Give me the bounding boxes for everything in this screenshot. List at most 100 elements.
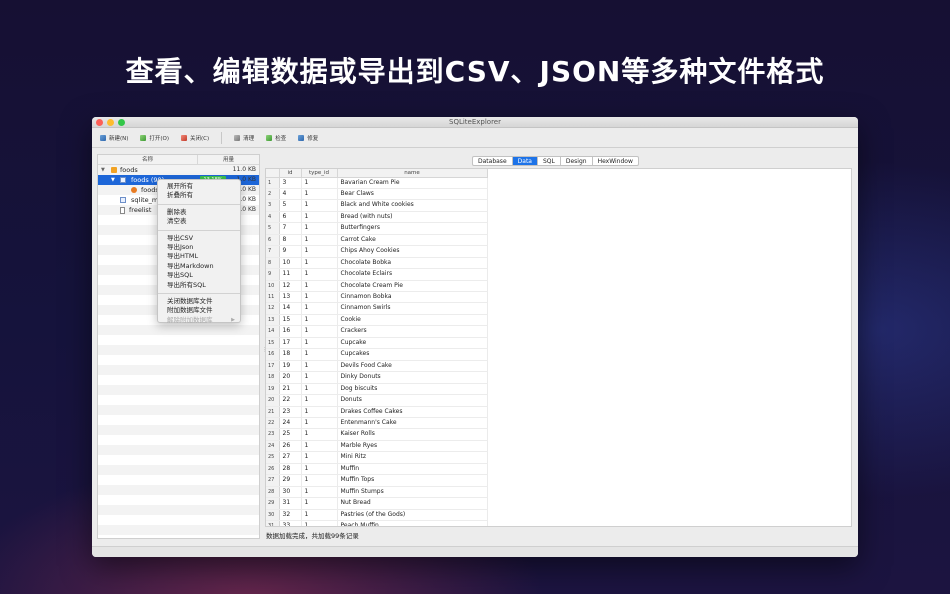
type-id-cell[interactable]: 1 bbox=[301, 188, 338, 201]
table-row[interactable]: 16 18 1 Cupcakes bbox=[266, 348, 488, 361]
type-id-cell[interactable]: 1 bbox=[301, 463, 338, 476]
id-cell[interactable]: 26 bbox=[279, 440, 302, 453]
id-cell[interactable]: 23 bbox=[279, 406, 302, 419]
type-id-cell[interactable]: 1 bbox=[301, 348, 338, 361]
table-row[interactable]: 5 7 1 Butterfingers bbox=[266, 222, 488, 235]
id-cell[interactable]: 17 bbox=[279, 337, 302, 350]
open-button[interactable]: 打开(O) bbox=[140, 134, 169, 142]
type-id-cell[interactable]: 1 bbox=[301, 371, 338, 384]
clean-button[interactable]: 清理 bbox=[234, 134, 254, 142]
id-cell[interactable]: 14 bbox=[279, 302, 302, 315]
menu-item-export-sql[interactable]: 导出SQL bbox=[158, 271, 240, 280]
table-row[interactable]: 27 29 1 Muffin Tops bbox=[266, 474, 488, 487]
type-id-cell[interactable]: 1 bbox=[301, 497, 338, 510]
name-cell[interactable]: Mini Ritz bbox=[337, 451, 488, 464]
type-id-cell[interactable]: 1 bbox=[301, 245, 338, 258]
menu-item-export-all-sql[interactable]: 导出所有SQL bbox=[158, 281, 240, 290]
type-id-cell[interactable]: 1 bbox=[301, 406, 338, 419]
name-cell[interactable]: Cupcake bbox=[337, 337, 488, 350]
id-cell[interactable]: 4 bbox=[279, 188, 302, 201]
type-id-cell[interactable]: 1 bbox=[301, 291, 338, 304]
name-cell[interactable]: Entenmann's Cake bbox=[337, 417, 488, 430]
table-row[interactable]: 18 20 1 Dinky Donuts bbox=[266, 371, 488, 384]
table-row[interactable]: 9 11 1 Chocolate Eclairs bbox=[266, 268, 488, 281]
column-header-name[interactable]: name bbox=[337, 169, 488, 178]
id-cell[interactable]: 5 bbox=[279, 199, 302, 212]
id-cell[interactable]: 8 bbox=[279, 234, 302, 247]
table-row[interactable]: 11 13 1 Cinnamon Bobka bbox=[266, 291, 488, 304]
expand-triangle-icon[interactable]: ▼ bbox=[111, 175, 115, 185]
id-cell[interactable]: 28 bbox=[279, 463, 302, 476]
id-cell[interactable]: 18 bbox=[279, 348, 302, 361]
type-id-cell[interactable]: 1 bbox=[301, 428, 338, 441]
table-row[interactable]: 17 19 1 Devils Food Cake bbox=[266, 360, 488, 373]
table-row[interactable]: 23 25 1 Kaiser Rolls bbox=[266, 428, 488, 441]
name-cell[interactable]: Chocolate Cream Pie bbox=[337, 280, 488, 293]
type-id-cell[interactable]: 1 bbox=[301, 314, 338, 327]
name-cell[interactable]: Chips Ahoy Cookies bbox=[337, 245, 488, 258]
id-cell[interactable]: 10 bbox=[279, 257, 302, 270]
id-cell[interactable]: 32 bbox=[279, 509, 302, 522]
id-cell[interactable]: 24 bbox=[279, 417, 302, 430]
name-cell[interactable]: Bread (with nuts) bbox=[337, 211, 488, 224]
tab-database[interactable]: Database bbox=[473, 157, 513, 165]
name-cell[interactable]: Chocolate Eclairs bbox=[337, 268, 488, 281]
id-cell[interactable]: 15 bbox=[279, 314, 302, 327]
type-id-cell[interactable]: 1 bbox=[301, 486, 338, 499]
column-header-id[interactable]: id bbox=[279, 169, 302, 178]
name-cell[interactable]: Pastries (of the Gods) bbox=[337, 509, 488, 522]
name-cell[interactable]: Devils Food Cake bbox=[337, 360, 488, 373]
tab-data[interactable]: Data bbox=[512, 157, 538, 165]
menu-item-export-html[interactable]: 导出HTML bbox=[158, 252, 240, 261]
table-row[interactable]: 31 33 1 Peach Muffin bbox=[266, 520, 488, 526]
name-cell[interactable]: Kaiser Rolls bbox=[337, 428, 488, 441]
name-cell[interactable]: Crackers bbox=[337, 325, 488, 338]
name-cell[interactable]: Butterfingers bbox=[337, 222, 488, 235]
type-id-cell[interactable]: 1 bbox=[301, 417, 338, 430]
type-id-cell[interactable]: 1 bbox=[301, 383, 338, 396]
table-row[interactable]: 19 21 1 Dog biscuits bbox=[266, 383, 488, 396]
type-id-cell[interactable]: 1 bbox=[301, 211, 338, 224]
id-cell[interactable]: 16 bbox=[279, 325, 302, 338]
table-row[interactable]: 7 9 1 Chips Ahoy Cookies bbox=[266, 245, 488, 258]
menu-item-delete-table[interactable]: 删除表 bbox=[158, 208, 240, 217]
name-cell[interactable]: Dog biscuits bbox=[337, 383, 488, 396]
name-cell[interactable]: Bear Claws bbox=[337, 188, 488, 201]
id-cell[interactable]: 31 bbox=[279, 497, 302, 510]
table-row[interactable]: 22 24 1 Entenmann's Cake bbox=[266, 417, 488, 430]
name-cell[interactable]: Cupcakes bbox=[337, 348, 488, 361]
type-id-cell[interactable]: 1 bbox=[301, 451, 338, 464]
menu-item-attach-db[interactable]: 附加数据库文件 bbox=[158, 306, 240, 315]
name-cell[interactable]: Drakes Coffee Cakes bbox=[337, 406, 488, 419]
table-row[interactable]: 10 12 1 Chocolate Cream Pie bbox=[266, 280, 488, 293]
type-id-cell[interactable]: 1 bbox=[301, 394, 338, 407]
table-row[interactable]: 8 10 1 Chocolate Bobka bbox=[266, 257, 488, 270]
menu-item-export-markdown[interactable]: 导出Markdown bbox=[158, 262, 240, 271]
id-cell[interactable]: 22 bbox=[279, 394, 302, 407]
data-grid[interactable]: id type_id name 1 3 1 Bavarian Cream Pie 2 4 1… bbox=[265, 168, 852, 527]
name-cell[interactable]: Donuts bbox=[337, 394, 488, 407]
id-cell[interactable]: 30 bbox=[279, 486, 302, 499]
type-id-cell[interactable]: 1 bbox=[301, 440, 338, 453]
id-cell[interactable]: 21 bbox=[279, 383, 302, 396]
id-cell[interactable]: 3 bbox=[279, 177, 302, 189]
id-cell[interactable]: 12 bbox=[279, 280, 302, 293]
close-button[interactable]: 关闭(C) bbox=[181, 134, 209, 142]
type-id-cell[interactable]: 1 bbox=[301, 360, 338, 373]
name-cell[interactable]: Cookie bbox=[337, 314, 488, 327]
name-cell[interactable]: Dinky Donuts bbox=[337, 371, 488, 384]
menu-item-close-db[interactable]: 关闭数据库文件 bbox=[158, 297, 240, 306]
name-cell[interactable]: Cinnamon Swirls bbox=[337, 302, 488, 315]
table-row[interactable]: 14 16 1 Crackers bbox=[266, 325, 488, 338]
name-cell[interactable]: Muffin Tops bbox=[337, 474, 488, 487]
name-cell[interactable]: Muffin Stumps bbox=[337, 486, 488, 499]
menu-item-clear-table[interactable]: 清空表 bbox=[158, 217, 240, 226]
type-id-cell[interactable]: 1 bbox=[301, 520, 338, 526]
menu-item-expand-all[interactable]: 展开所有 bbox=[158, 182, 240, 191]
table-row[interactable]: 13 15 1 Cookie bbox=[266, 314, 488, 327]
table-row[interactable]: 6 8 1 Carrot Cake bbox=[266, 234, 488, 247]
name-cell[interactable]: Chocolate Bobka bbox=[337, 257, 488, 270]
tab-design[interactable]: Design bbox=[561, 157, 593, 165]
table-row[interactable]: 1 3 1 Bavarian Cream Pie bbox=[266, 177, 488, 189]
id-cell[interactable]: 19 bbox=[279, 360, 302, 373]
